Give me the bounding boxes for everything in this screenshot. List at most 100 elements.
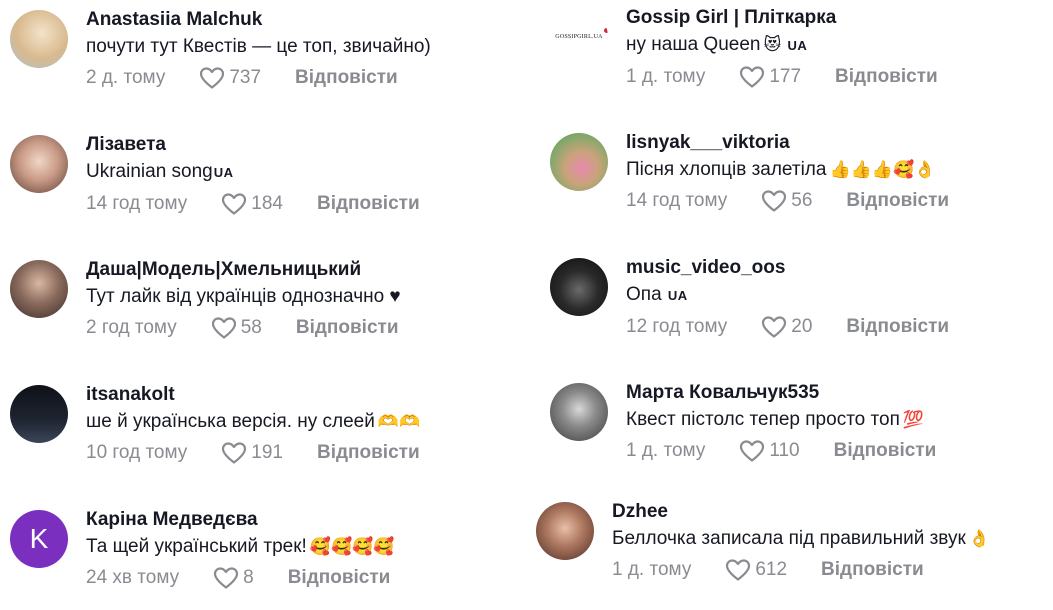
like-count: 56	[791, 190, 813, 211]
comment-time: 10 год тому	[86, 442, 188, 463]
heart-icon	[740, 440, 765, 462]
avatar[interactable]	[550, 133, 608, 191]
avatar[interactable]	[536, 502, 594, 560]
comment-meta: 1 д. тому 612 Відповісти	[612, 556, 1006, 584]
avatar[interactable]	[10, 10, 68, 68]
comment-text: почути тут Квестів — це топ, звичайно)	[86, 36, 431, 57]
comment-meta: 2 год тому 58 Відповісти	[86, 314, 480, 342]
like-button[interactable]: 184	[221, 192, 283, 216]
comment-time: 14 год тому	[626, 190, 728, 211]
like-button[interactable]: 58	[211, 316, 262, 340]
emoji: 😻	[763, 35, 782, 54]
heart-icon	[222, 193, 247, 215]
heart-icon	[726, 559, 751, 581]
comment-author[interactable]: music_video_oos	[626, 256, 1020, 280]
comment-author[interactable]: Даша|Модель|Хмельницький	[86, 258, 480, 282]
like-count: 737	[229, 67, 262, 88]
flag-badge: UA	[787, 38, 808, 53]
avatar-letter: K	[29, 523, 49, 554]
flag-badge: UA	[213, 165, 234, 180]
comment-meta: 12 год тому 20 Відповісти	[626, 313, 1020, 341]
heart-icon	[211, 317, 236, 339]
heart-icon	[762, 190, 787, 212]
comment-author[interactable]: Марта Ковальчук535	[626, 381, 1020, 405]
avatar[interactable]: K	[10, 510, 68, 568]
comment-meta: 24 хв тому 8 Відповісти	[86, 564, 480, 592]
avatar[interactable]	[10, 135, 68, 193]
like-count: 110	[769, 440, 800, 461]
avatar[interactable]	[10, 385, 68, 443]
emoji: 👌	[968, 529, 990, 548]
comment-item: Марта Ковальчук535 Квест пістолс тепер п…	[550, 381, 1020, 483]
heart-icon	[740, 66, 765, 88]
comment-author[interactable]: Dzhee	[612, 500, 1006, 524]
comment-item: Dzhee Беллочка записала під правильний з…	[536, 500, 1006, 602]
reply-button[interactable]: Відповісти	[296, 317, 399, 339]
comment-time: 1 д. тому	[626, 440, 706, 461]
like-button[interactable]: 110	[739, 439, 800, 463]
gossip-logo: GOSSIPGIRL.UA	[555, 28, 608, 40]
comment-author[interactable]: Anastasiia Malchuk	[86, 8, 480, 32]
avatar[interactable]	[10, 260, 68, 318]
reply-button[interactable]: Відповісти	[834, 440, 937, 462]
reply-button[interactable]: Відповісти	[835, 66, 938, 88]
reply-button[interactable]: Відповісти	[821, 559, 924, 581]
like-count: 20	[791, 316, 813, 337]
comment-text: ну наша Queen 😻 UA	[626, 34, 808, 55]
like-count: 177	[769, 66, 802, 87]
comment-author[interactable]: itsanakolt	[86, 383, 480, 407]
reply-button[interactable]: Відповісти	[317, 442, 420, 464]
comment-item: GOSSIPGIRL.UA Gossip Girl | Пліткарка ну…	[550, 6, 1020, 108]
avatar[interactable]	[550, 258, 608, 316]
comment-text: Квест пістолс тепер просто топ 💯	[626, 409, 925, 430]
heart-icon	[762, 316, 787, 338]
reply-button[interactable]: Відповісти	[317, 193, 420, 215]
like-count: 58	[240, 317, 262, 338]
reply-button[interactable]: Відповісти	[846, 190, 949, 212]
like-button[interactable]: 177	[739, 65, 801, 89]
comment-item: Лізавета Ukrainian songUA 14 год тому 18…	[10, 133, 480, 235]
reply-button[interactable]: Відповісти	[288, 567, 391, 589]
heart-icon	[200, 67, 225, 89]
comment-time: 1 д. тому	[612, 559, 692, 580]
comment-meta: 10 год тому 191 Відповісти	[86, 439, 480, 467]
comment-meta: 14 год тому 56 Відповісти	[626, 187, 1020, 215]
comment-text: Тут лайк від українців однозначно ♥	[86, 286, 401, 307]
comment-author[interactable]: Gossip Girl | Пліткарка	[626, 6, 1020, 30]
comment-author[interactable]: Каріна Медведєва	[86, 508, 480, 532]
comment-item: Anastasiia Malchuk почути тут Квестів — …	[10, 8, 480, 110]
emoji: 🫶🫶	[377, 412, 421, 431]
like-button[interactable]: 612	[725, 558, 787, 582]
comment-time: 1 д. тому	[626, 66, 706, 87]
like-button[interactable]: 191	[221, 441, 283, 465]
flag-badge: UA	[667, 288, 688, 303]
comment-meta: 2 д. тому 737 Відповісти	[86, 64, 480, 92]
like-count: 8	[243, 567, 254, 588]
emoji: 👍👍👍🥰👌	[829, 160, 936, 179]
comment-text: Ukrainian songUA	[86, 161, 234, 182]
like-count: 184	[251, 193, 283, 214]
comment-item: K Каріна Медведєва Та щей український тр…	[10, 508, 480, 610]
like-button[interactable]: 20	[761, 315, 812, 339]
like-button[interactable]: 56	[761, 189, 812, 213]
comment-author[interactable]: lisnyak___viktoria	[626, 131, 1020, 155]
comment-text: Пісня хлопців залетіла 👍👍👍🥰👌	[626, 159, 936, 180]
like-button[interactable]: 8	[213, 566, 254, 590]
reply-button[interactable]: Відповісти	[846, 316, 949, 338]
comment-item: lisnyak___viktoria Пісня хлопців залетіл…	[550, 131, 1020, 233]
comment-text: ше й українська версія. ну слеей 🫶🫶	[86, 411, 421, 432]
avatar[interactable]	[550, 383, 608, 441]
comment-meta: 1 д. тому 110 Відповісти	[626, 437, 1020, 465]
reply-button[interactable]: Відповісти	[295, 67, 398, 89]
comment-time: 14 год тому	[86, 193, 188, 214]
comment-text: Беллочка записала під правильний звук 👌	[612, 528, 990, 549]
comment-item: music_video_oos Опа UA 12 год тому 20 Ві…	[550, 256, 1020, 358]
like-button[interactable]: 737	[199, 66, 261, 90]
comment-meta: 1 д. тому 177 Відповісти	[626, 63, 1020, 91]
emoji: 🥰🥰🥰🥰	[309, 537, 395, 556]
comment-time: 2 год тому	[86, 317, 177, 338]
comment-meta: 14 год тому 184 Відповісти	[86, 190, 480, 218]
avatar[interactable]: GOSSIPGIRL.UA	[550, 8, 608, 66]
comment-item: Даша|Модель|Хмельницький Тут лайк від ук…	[10, 258, 480, 360]
comment-author[interactable]: Лізавета	[86, 133, 480, 157]
